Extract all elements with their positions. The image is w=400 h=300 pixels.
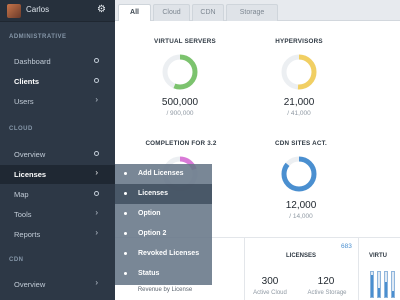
stat-sub: / 900,000 xyxy=(166,110,194,117)
chevron-right-icon: › xyxy=(95,95,98,104)
mini-bar xyxy=(370,271,374,298)
stat-title: COMPLETION FOR 3.2 xyxy=(145,140,217,147)
status-ring-icon xyxy=(94,189,99,198)
tab-cdn[interactable]: CDN xyxy=(192,4,224,21)
chevron-right-icon: › xyxy=(95,208,98,217)
submenu-item-label: Status xyxy=(138,270,160,277)
submenu-item-label: Option 2 xyxy=(138,230,167,237)
submenu-item-label: Add Licenses xyxy=(138,170,184,177)
mini-bar xyxy=(377,271,381,298)
submenu-item-label: Licenses xyxy=(138,190,168,197)
sidebar-item-clients[interactable]: Clients xyxy=(0,72,115,91)
licenses-count-link[interactable]: 683 xyxy=(341,243,352,250)
sidebar-item-label: Clients xyxy=(14,77,40,86)
bullet-icon xyxy=(124,212,127,215)
virtualization-title: VIRTU xyxy=(369,253,387,259)
sidebar-item-reports[interactable]: Reports › xyxy=(0,225,115,244)
sidebar-item-label: Dashboard xyxy=(14,57,51,66)
sidebar-item-overview[interactable]: Overview xyxy=(0,145,115,164)
chevron-right-icon: › xyxy=(95,228,98,237)
sidebar-item-cdn-overview[interactable]: Overview › xyxy=(0,275,115,294)
sidebar-item-label: Tools xyxy=(14,210,32,219)
bullet-icon xyxy=(124,272,127,275)
section-label-cloud: CLOUD xyxy=(9,126,33,132)
active-cloud-label: Active Cloud xyxy=(253,290,287,296)
revenue-by-license-label: Revenue by License xyxy=(137,287,193,293)
cdn-sites-donut xyxy=(281,156,317,192)
status-ring-icon xyxy=(94,56,99,65)
stat-title: CDN SITES ACT. xyxy=(275,140,327,147)
sidebar-item-label: Overview xyxy=(14,280,46,289)
bullet-icon xyxy=(124,172,127,175)
chevron-right-icon: › xyxy=(95,278,98,287)
submenu-item-status[interactable]: Status xyxy=(115,264,212,284)
licenses-title: LICENSES xyxy=(286,253,317,259)
licenses-submenu: Add Licenses Licenses Option Option 2 Re… xyxy=(115,164,212,285)
sidebar-item-label: Reports xyxy=(14,230,41,239)
submenu-item-add-licenses[interactable]: Add Licenses xyxy=(115,164,212,184)
sidebar-item-label: Licenses xyxy=(14,170,47,179)
sidebar-item-label: Overview xyxy=(14,150,46,159)
avatar[interactable] xyxy=(7,4,21,18)
tab-bar: All Cloud CDN Storage xyxy=(115,0,400,21)
sidebar-item-map[interactable]: Map xyxy=(0,185,115,204)
submenu-item-option[interactable]: Option xyxy=(115,204,212,224)
virtual-servers-donut xyxy=(162,54,198,90)
stat-sub: / 14,000 xyxy=(289,213,313,220)
divider xyxy=(244,238,245,300)
submenu-item-licenses[interactable]: Licenses xyxy=(115,184,212,204)
mini-bar-fill xyxy=(371,274,373,297)
stat-value: 500,000 xyxy=(161,97,199,108)
stat-title: VIRTUAL SERVERS xyxy=(154,38,216,45)
sidebar-item-tools[interactable]: Tools › xyxy=(0,205,115,224)
submenu-item-revoked-licenses[interactable]: Revoked Licenses xyxy=(115,244,212,264)
sidebar: Carlos ⚙ ADMINISTRATIVE Dashboard Client… xyxy=(0,0,115,300)
active-storage-label: Active Storage xyxy=(307,290,347,296)
status-ring-icon xyxy=(94,149,99,158)
stat-value: 21,000 xyxy=(283,97,315,108)
mini-bar xyxy=(391,271,395,298)
sidebar-item-label: Users xyxy=(14,97,34,106)
user-panel[interactable]: Carlos ⚙ xyxy=(0,0,115,22)
sidebar-item-label: Map xyxy=(14,190,29,199)
bullet-icon xyxy=(124,252,127,255)
tab-cloud[interactable]: Cloud xyxy=(153,4,190,21)
mini-bar xyxy=(384,271,388,298)
gear-icon[interactable]: ⚙ xyxy=(97,3,106,17)
section-label-cdn: CDN xyxy=(9,257,24,263)
stat-value: 12,000 xyxy=(285,200,317,211)
tab-all[interactable]: All xyxy=(118,4,151,21)
stat-sub: / 41,000 xyxy=(287,110,311,117)
active-storage-value: 120 xyxy=(317,276,335,287)
hypervisors-donut xyxy=(281,54,317,90)
submenu-item-label: Option xyxy=(138,210,161,217)
section-label-administrative: ADMINISTRATIVE xyxy=(9,34,67,40)
submenu-item-option-2[interactable]: Option 2 xyxy=(115,224,212,244)
stat-title: HYPERVISORS xyxy=(275,38,323,45)
mini-bar-fill xyxy=(392,290,394,297)
sidebar-item-dashboard[interactable]: Dashboard xyxy=(0,52,115,71)
divider xyxy=(358,238,359,300)
sidebar-item-licenses[interactable]: Licenses › xyxy=(0,165,115,184)
tab-storage[interactable]: Storage xyxy=(226,4,278,21)
bullet-icon xyxy=(124,192,127,195)
sidebar-item-users[interactable]: Users › xyxy=(0,92,115,111)
mini-bar-fill xyxy=(378,288,380,297)
submenu-item-label: Revoked Licenses xyxy=(138,250,200,257)
user-name: Carlos xyxy=(26,5,50,14)
active-cloud-value: 300 xyxy=(261,276,279,287)
bullet-icon xyxy=(124,232,127,235)
mini-bar-fill xyxy=(385,282,387,297)
status-ring-icon xyxy=(94,76,99,85)
chevron-right-icon: › xyxy=(95,168,98,177)
